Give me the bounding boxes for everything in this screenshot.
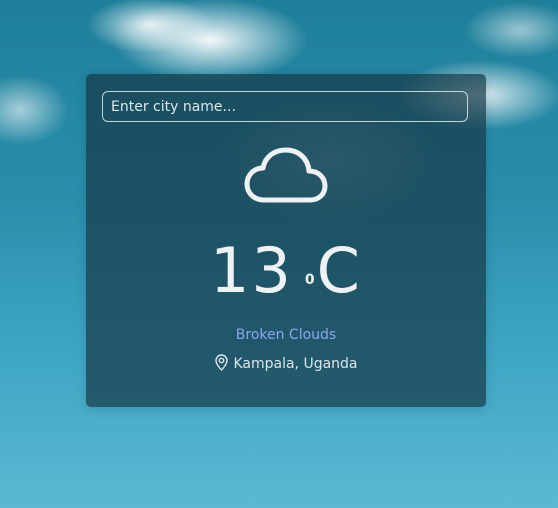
location-row: Kampala, Uganda <box>86 354 486 372</box>
weather-card: 13 0C Broken Clouds Kampala, Uganda <box>86 74 486 407</box>
weather-description: Broken Clouds <box>235 327 337 343</box>
temperature-display: 13 0C <box>86 232 486 310</box>
degree-symbol: 0 <box>304 272 315 288</box>
cloud-icon <box>244 147 328 203</box>
city-search-input[interactable] <box>102 91 468 122</box>
temperature-value: 13 <box>210 234 293 307</box>
temperature-unit: C <box>316 234 362 307</box>
location-text: Kampala, Uganda <box>233 356 358 372</box>
location-pin-icon <box>215 354 229 371</box>
